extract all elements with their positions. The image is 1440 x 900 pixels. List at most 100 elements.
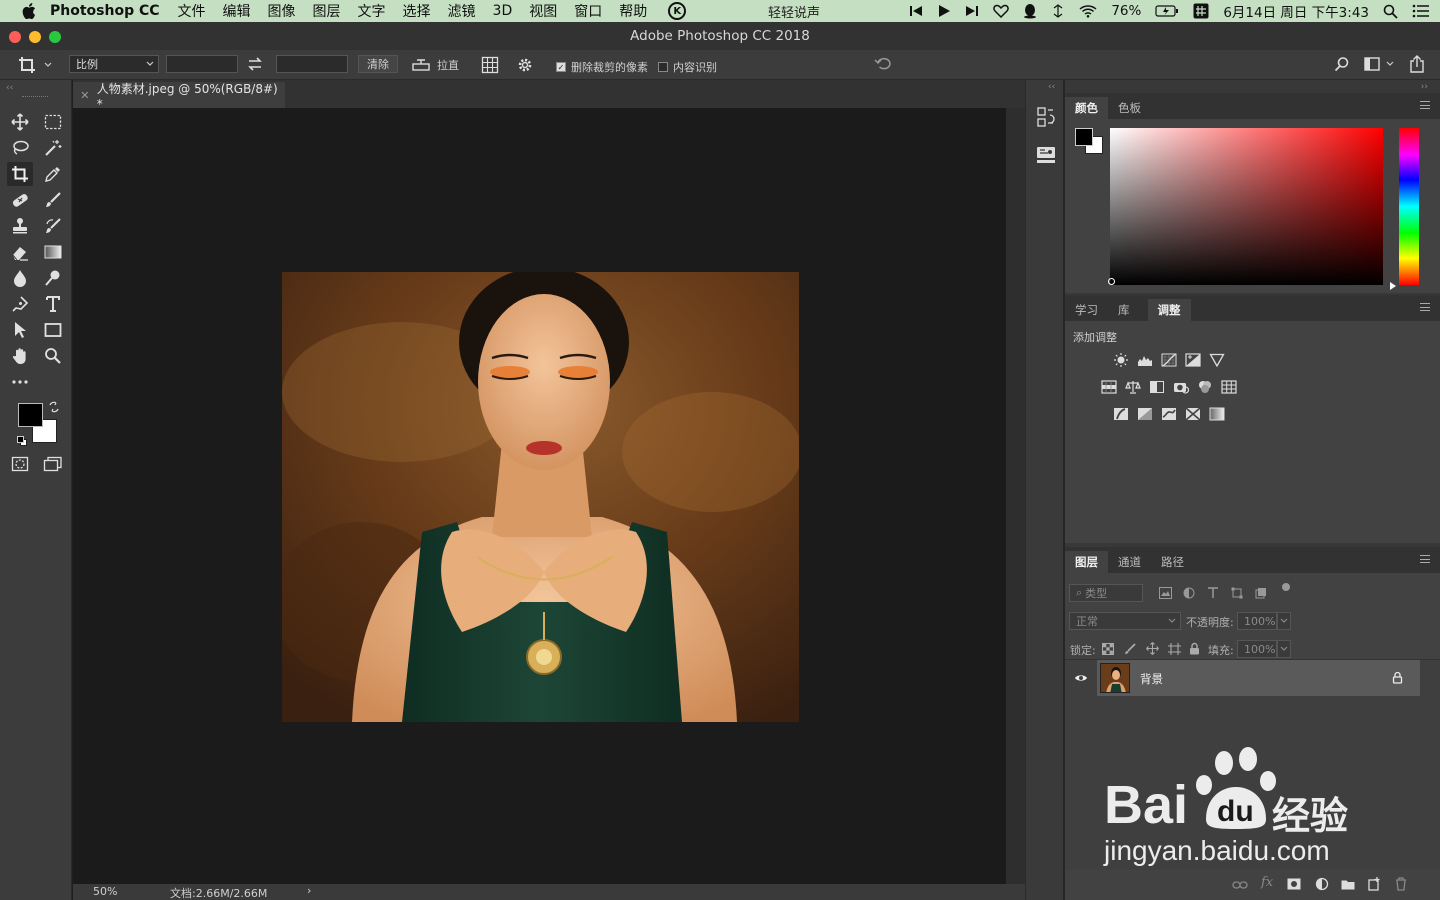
- fill-dropdown[interactable]: [1277, 640, 1291, 658]
- color-lookup-icon[interactable]: [1221, 380, 1237, 394]
- layer-filter-select[interactable]: ⌕ 类型: [1069, 584, 1143, 602]
- menu-help[interactable]: 帮助: [619, 1, 647, 21]
- layer-effects-icon[interactable]: fx: [1261, 875, 1273, 890]
- swap-colors-icon[interactable]: [48, 401, 60, 416]
- foreground-color-swatch[interactable]: [18, 403, 43, 427]
- apple-icon[interactable]: [18, 3, 40, 19]
- pen-tool-icon[interactable]: [7, 292, 33, 316]
- move-tool-icon[interactable]: [7, 110, 33, 134]
- content-aware-checkbox[interactable]: 内容识别: [658, 59, 717, 75]
- color-picker-cursor[interactable]: [1108, 278, 1115, 285]
- type-tool-icon[interactable]: [40, 292, 66, 316]
- height-input[interactable]: [276, 55, 348, 73]
- default-colors-icon[interactable]: [17, 435, 27, 449]
- magic-wand-tool-icon[interactable]: [40, 136, 66, 160]
- opacity-input[interactable]: 100%: [1237, 612, 1277, 630]
- filter-type-layers-icon[interactable]: [1207, 587, 1219, 599]
- menu-edit[interactable]: 编辑: [223, 1, 251, 21]
- tab-libraries[interactable]: 库: [1108, 299, 1140, 321]
- layer-lock-icon[interactable]: [1392, 671, 1403, 684]
- input-method-icon[interactable]: [1193, 3, 1209, 19]
- posterize-icon[interactable]: [1137, 407, 1153, 421]
- curves-icon[interactable]: [1161, 353, 1177, 367]
- invert-icon[interactable]: [1113, 407, 1129, 421]
- next-track-icon[interactable]: [965, 5, 979, 17]
- filter-adjustment-layers-icon[interactable]: [1183, 587, 1195, 599]
- k-app-icon[interactable]: K: [668, 2, 687, 20]
- vibrance-icon[interactable]: [1209, 353, 1225, 367]
- tab-channels[interactable]: 通道: [1108, 551, 1151, 573]
- crop-tool-icon[interactable]: [7, 162, 33, 186]
- link-layers-icon[interactable]: [1232, 880, 1248, 890]
- portrait-photo[interactable]: [282, 272, 799, 722]
- menu-window[interactable]: 窗口: [574, 1, 602, 21]
- adjustments-panel-menu-icon[interactable]: [1420, 303, 1430, 311]
- expand-dock-icon[interactable]: ‹‹: [1048, 82, 1055, 92]
- blend-mode-select[interactable]: 正常: [1069, 612, 1181, 630]
- straighten-button[interactable]: 拉直: [412, 57, 459, 73]
- reset-crop-icon[interactable]: [874, 56, 892, 72]
- history-brush-tool-icon[interactable]: [40, 214, 66, 238]
- minimize-window-button[interactable]: [29, 31, 41, 43]
- hand-tool-icon[interactable]: [7, 344, 33, 368]
- color-panel-menu-icon[interactable]: [1420, 101, 1430, 109]
- filter-toggle-switch[interactable]: [1282, 583, 1290, 591]
- clock-datetime[interactable]: 6月14日 周日 下午3:43: [1223, 1, 1369, 21]
- blur-tool-icon[interactable]: [7, 266, 33, 290]
- lock-transparent-pixels-icon[interactable]: [1102, 643, 1114, 655]
- layer-visibility-eye-icon[interactable]: [1065, 660, 1097, 696]
- new-layer-icon[interactable]: [1368, 877, 1381, 891]
- selective-color-icon[interactable]: [1185, 407, 1201, 421]
- wifi-icon[interactable]: [1079, 4, 1097, 18]
- hue-saturation-icon[interactable]: [1101, 380, 1117, 394]
- hue-slider-handle[interactable]: [1390, 282, 1396, 290]
- eyedropper-tool-icon[interactable]: [40, 162, 66, 186]
- network-monitor-icon[interactable]: [1051, 4, 1065, 18]
- lasso-tool-icon[interactable]: [7, 136, 33, 160]
- overlay-grid-icon[interactable]: [481, 56, 499, 74]
- tab-learn[interactable]: 学习: [1065, 299, 1108, 321]
- play-icon[interactable]: [937, 4, 951, 18]
- color-panel-foreground-swatch[interactable]: [1075, 128, 1093, 146]
- crop-tool-preset-picker[interactable]: [18, 56, 52, 74]
- document-size[interactable]: 文档:2.66M/2.66M: [170, 885, 267, 900]
- delete-cropped-pixels-checkbox[interactable]: ✓ 删除裁剪的像素: [556, 59, 648, 75]
- lock-artboard-icon[interactable]: [1168, 643, 1181, 655]
- channel-mixer-icon[interactable]: [1197, 380, 1213, 394]
- layer-name[interactable]: 背景: [1140, 671, 1163, 687]
- gradient-map-icon[interactable]: [1209, 407, 1225, 421]
- fill-input[interactable]: 100%: [1237, 640, 1277, 658]
- app-menu[interactable]: Photoshop CC: [50, 3, 160, 19]
- levels-icon[interactable]: [1137, 353, 1153, 367]
- new-adjustment-layer-icon[interactable]: [1315, 877, 1329, 891]
- canvas-vertical-scrollbar[interactable]: [1006, 108, 1025, 884]
- swap-dimensions-icon[interactable]: [247, 57, 263, 71]
- toolbar-grip[interactable]: [22, 96, 48, 98]
- screen-mode-icon[interactable]: [40, 452, 66, 476]
- menu-view[interactable]: 视图: [529, 1, 557, 21]
- eraser-tool-icon[interactable]: [7, 240, 33, 264]
- filter-pixel-layers-icon[interactable]: [1159, 587, 1172, 599]
- workspace-switcher[interactable]: [1364, 57, 1394, 71]
- brightness-contrast-icon[interactable]: [1113, 353, 1129, 367]
- tab-adjustments[interactable]: 调整: [1147, 299, 1191, 321]
- menu-type[interactable]: 文字: [358, 1, 386, 21]
- collapse-panels-icon[interactable]: ››: [1421, 82, 1428, 92]
- color-balance-icon[interactable]: [1125, 380, 1141, 394]
- crop-settings-gear-icon[interactable]: [516, 56, 534, 74]
- layer-row[interactable]: 背景: [1097, 660, 1420, 696]
- marquee-tool-icon[interactable]: [40, 110, 66, 134]
- brush-tool-icon[interactable]: [40, 188, 66, 212]
- document-tab[interactable]: ✕ 人物素材.jpeg @ 50%(RGB/8#) *: [73, 82, 285, 111]
- ratio-select[interactable]: 比例: [69, 55, 159, 73]
- gradient-tool-icon[interactable]: [40, 240, 66, 264]
- tab-swatches[interactable]: 色板: [1108, 97, 1151, 119]
- path-selection-tool-icon[interactable]: [7, 318, 33, 342]
- zoom-level[interactable]: 50%: [93, 885, 117, 898]
- notification-center-icon[interactable]: [1412, 4, 1430, 18]
- healing-brush-tool-icon[interactable]: [7, 188, 33, 212]
- layers-panel-menu-icon[interactable]: [1420, 555, 1430, 563]
- share-icon[interactable]: [1409, 55, 1425, 73]
- collapse-toolbar-icon[interactable]: ‹‹: [6, 83, 13, 93]
- tab-color[interactable]: 颜色: [1065, 97, 1108, 119]
